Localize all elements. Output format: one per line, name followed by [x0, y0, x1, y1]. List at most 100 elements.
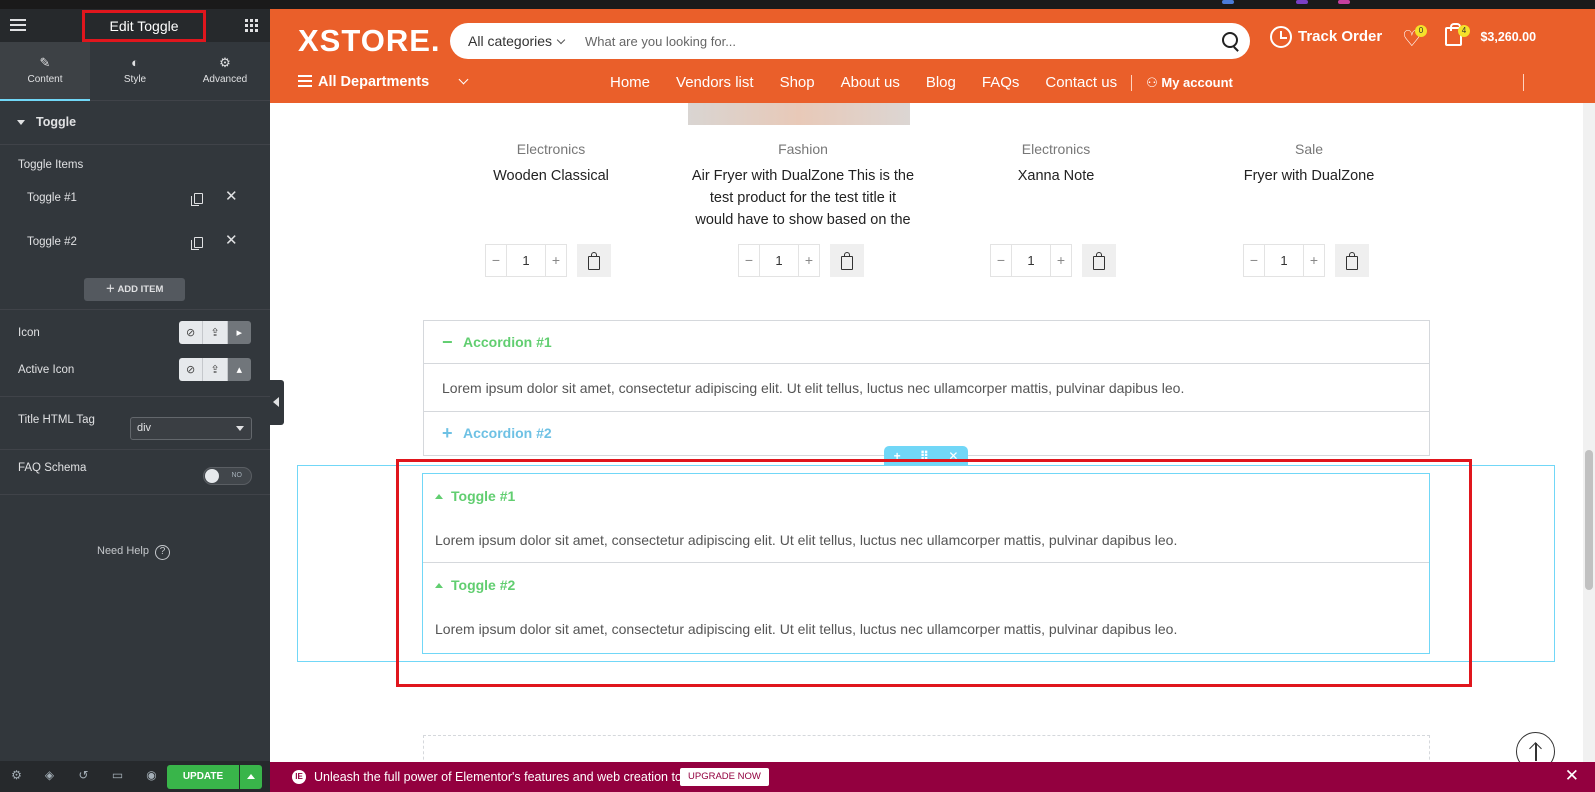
- product-name[interactable]: Fryer with DualZone: [1189, 165, 1429, 187]
- plus-button[interactable]: +: [798, 244, 820, 277]
- product-name[interactable]: Wooden Classical: [431, 165, 671, 187]
- duplicate-icon[interactable]: [191, 193, 203, 206]
- my-account-link[interactable]: ⚇ My account: [1146, 75, 1233, 92]
- cart-button[interactable]: 4 $3,260.00: [1445, 23, 1536, 46]
- tab-advanced[interactable]: ⚙ Advanced: [180, 42, 270, 100]
- add-to-cart-button[interactable]: [830, 244, 864, 277]
- page-scrollbar[interactable]: [1583, 103, 1595, 762]
- search-category-select[interactable]: All categories: [468, 33, 566, 49]
- empty-section-placeholder[interactable]: [423, 735, 1430, 765]
- chevron-down-icon[interactable]: [458, 74, 469, 85]
- browser-top-strip: [0, 0, 1595, 9]
- need-help-link[interactable]: Need Help ?: [97, 545, 171, 560]
- switch-knob: [205, 469, 219, 483]
- update-options-caret-icon[interactable]: [240, 765, 262, 789]
- quantity-value[interactable]: 1: [1012, 244, 1050, 277]
- caret-up-icon[interactable]: ▴: [227, 358, 251, 381]
- layers-icon[interactable]: ◈: [43, 769, 56, 782]
- no-icon-icon[interactable]: ⊘: [179, 321, 204, 344]
- minus-button[interactable]: −: [738, 244, 760, 277]
- nav-about-us[interactable]: About us: [841, 74, 900, 91]
- product-image[interactable]: [688, 103, 910, 125]
- highlight-box: [396, 459, 1472, 687]
- product-name[interactable]: Xanna Note: [936, 165, 1176, 187]
- add-to-cart-button[interactable]: [577, 244, 611, 277]
- search-bar: All categories: [450, 23, 1250, 59]
- add-item-button[interactable]: ＋ ADD ITEM: [84, 278, 185, 301]
- site-logo[interactable]: XSTORE.: [298, 23, 441, 59]
- section-toggle-header[interactable]: Toggle: [0, 101, 270, 145]
- caret-right-icon[interactable]: ▸: [227, 321, 251, 344]
- repeater-item-title: Toggle #2: [27, 236, 77, 248]
- faq-schema-label: FAQ Schema: [18, 462, 87, 474]
- widgets-grid-icon[interactable]: [245, 19, 258, 32]
- quantity-value[interactable]: 1: [760, 244, 798, 277]
- product-category[interactable]: Electronics: [431, 141, 671, 157]
- upgrade-now-button[interactable]: UPGRADE NOW: [680, 768, 769, 786]
- close-icon[interactable]: ✕: [1565, 767, 1579, 785]
- switch-state: NO: [231, 472, 243, 479]
- tab-style[interactable]: ◐ Style: [90, 42, 180, 100]
- product-category[interactable]: Sale: [1189, 141, 1429, 157]
- nav-vendors-list[interactable]: Vendors list: [676, 74, 754, 91]
- track-order-link[interactable]: Track Order: [1270, 26, 1382, 48]
- nav-home[interactable]: Home: [610, 74, 650, 91]
- chevron-down-icon: [236, 426, 244, 431]
- quantity-stepper: − 1 +: [1243, 244, 1369, 277]
- title-html-tag-select[interactable]: div: [130, 417, 252, 440]
- faq-schema-switch[interactable]: NO: [203, 467, 252, 485]
- product-category[interactable]: Electronics: [936, 141, 1176, 157]
- no-icon-icon[interactable]: ⊘: [179, 358, 204, 381]
- tab-content[interactable]: ✎ Content: [0, 42, 90, 101]
- select-value: div: [137, 422, 152, 434]
- add-to-cart-button[interactable]: [1335, 244, 1369, 277]
- wishlist-button[interactable]: ♡ 0: [1402, 25, 1427, 50]
- accordion-widget: − Accordion #1 Lorem ipsum dolor sit ame…: [423, 320, 1430, 456]
- close-icon[interactable]: ✕: [225, 189, 238, 205]
- wishlist-count-badge: 0: [1415, 25, 1427, 37]
- upload-icon[interactable]: ⇪: [203, 358, 228, 381]
- minus-button[interactable]: −: [990, 244, 1012, 277]
- nav-shop[interactable]: Shop: [780, 74, 815, 91]
- preview-eye-icon[interactable]: ◉: [145, 769, 158, 782]
- close-icon[interactable]: ✕: [225, 233, 238, 249]
- history-icon[interactable]: ↺: [77, 769, 90, 782]
- active-icon-label: Active Icon: [18, 364, 75, 376]
- plus-button[interactable]: +: [1303, 244, 1325, 277]
- plus-button[interactable]: +: [545, 244, 567, 277]
- settings-icon[interactable]: ⚙: [10, 769, 23, 782]
- quantity-value[interactable]: 1: [1265, 244, 1303, 277]
- panel-header: Edit Toggle: [0, 9, 270, 42]
- title-html-tag-label: Title HTML Tag: [18, 414, 95, 426]
- collapse-panel-handle[interactable]: [270, 380, 284, 425]
- duplicate-icon[interactable]: [191, 237, 203, 250]
- plus-button[interactable]: +: [1050, 244, 1072, 277]
- nav-blog[interactable]: Blog: [926, 74, 956, 91]
- search-icon[interactable]: [1222, 32, 1238, 48]
- accordion-title[interactable]: − Accordion #1: [424, 321, 1429, 364]
- scrollbar-thumb[interactable]: [1585, 450, 1593, 590]
- departments-label: All Departments: [318, 74, 430, 90]
- quantity-value[interactable]: 1: [507, 244, 545, 277]
- panel-title: Edit Toggle: [82, 10, 206, 42]
- hamburger-menu-icon[interactable]: [10, 19, 26, 31]
- responsive-icon[interactable]: ▭: [111, 769, 124, 782]
- cart-count-badge: 4: [1458, 25, 1470, 37]
- repeater-item[interactable]: Toggle #2 ✕: [0, 221, 270, 265]
- accordion-title-label: Accordion #2: [463, 425, 552, 441]
- minus-button[interactable]: −: [1243, 244, 1265, 277]
- update-button[interactable]: UPDATE: [167, 765, 239, 789]
- product-category[interactable]: Fashion: [683, 141, 923, 157]
- repeater-item[interactable]: Toggle #1 ✕: [0, 177, 270, 221]
- contrast-icon: ◐: [131, 55, 139, 70]
- upload-icon[interactable]: ⇪: [203, 321, 228, 344]
- chevron-down-icon: [556, 35, 566, 45]
- nav-faqs[interactable]: FAQs: [982, 74, 1020, 91]
- gear-icon: ⚙: [219, 55, 231, 70]
- all-departments-menu[interactable]: All Departments: [298, 74, 429, 90]
- add-to-cart-button[interactable]: [1082, 244, 1116, 277]
- search-input[interactable]: [585, 31, 1185, 51]
- nav-contact-us[interactable]: Contact us: [1045, 74, 1117, 91]
- product-name[interactable]: Air Fryer with DualZone This is the test…: [683, 165, 923, 231]
- minus-button[interactable]: −: [485, 244, 507, 277]
